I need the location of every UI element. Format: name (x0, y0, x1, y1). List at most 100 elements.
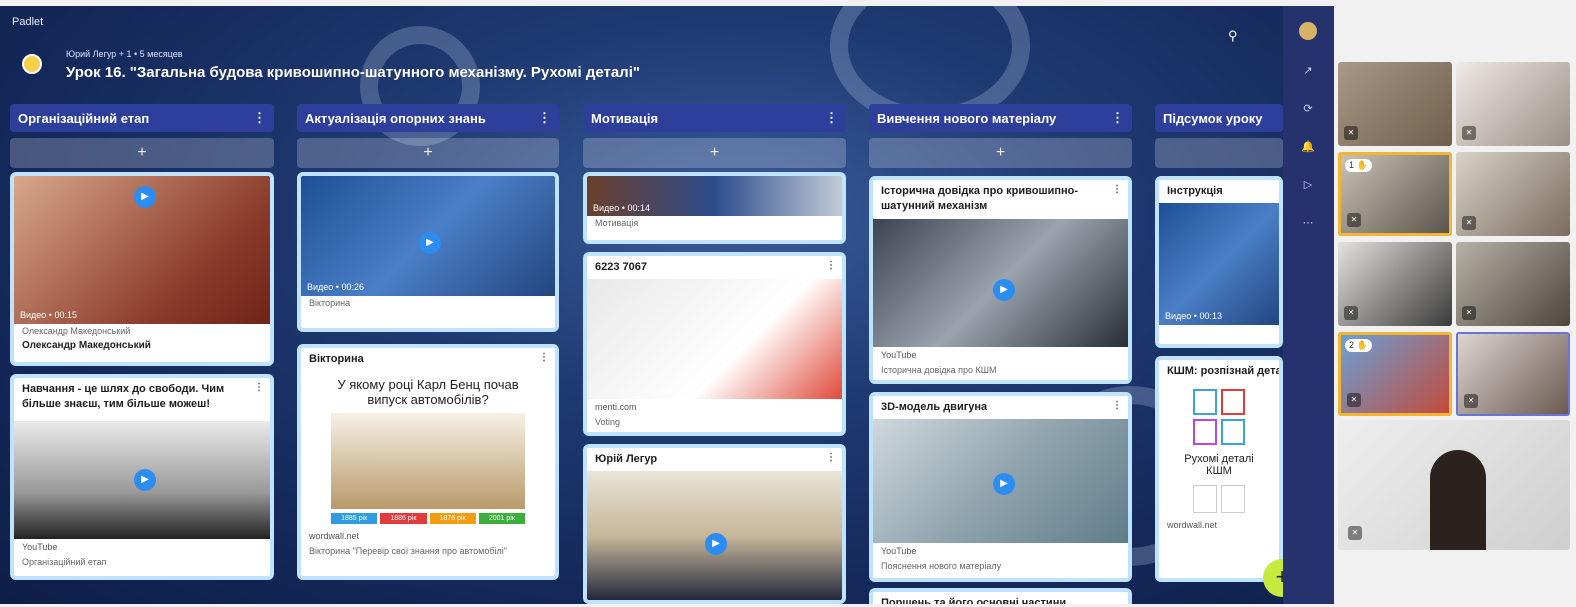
participant-tile[interactable]: ✕ (1456, 332, 1570, 416)
post-source[interactable]: YouTube (14, 539, 270, 555)
video-thumbnail[interactable]: ▶ Видео • 00:26 (301, 176, 555, 296)
screen: Padlet Юрий Легур + 1 • 5 месяцев Урок 1… (0, 0, 1576, 607)
play-icon[interactable]: ▶ (705, 533, 727, 556)
video-thumbnail[interactable]: ▶ (587, 471, 842, 600)
post-card[interactable]: Інструкція Видео • 00:13 (1155, 176, 1283, 348)
participant-tile[interactable]: ✕ (1456, 242, 1570, 326)
column-1: Організаційний етап ⋮ + (10, 104, 274, 168)
participant-tile[interactable]: ✕ (1456, 62, 1570, 146)
quiz-answer[interactable]: 2001 рік (478, 513, 525, 525)
play-icon[interactable]: ▶ (419, 232, 441, 254)
column-header: Організаційний етап ⋮ (10, 104, 274, 132)
video-thumbnail[interactable]: ▶ (873, 218, 1128, 347)
quiz-question: У якому році Карл Бенц почав випуск авто… (337, 377, 519, 408)
post-card[interactable]: Поршень та його основні частини (869, 588, 1132, 604)
participant-tile[interactable]: ✕ (1338, 242, 1452, 326)
participant-tile[interactable]: 1 ✋ ✕ (1338, 152, 1452, 236)
participant-tile[interactable]: ✕ (1338, 62, 1452, 146)
profile-avatar[interactable] (1299, 22, 1317, 40)
column-header: Актуалізація опорних знань ⋮ (297, 104, 559, 132)
add-post-button[interactable]: + (297, 138, 559, 168)
play-icon[interactable]: ▶ (134, 468, 156, 491)
quiz-answer[interactable]: 1886 рік (380, 513, 427, 525)
remake-icon[interactable]: ⟳ (1299, 100, 1317, 118)
post-title: КШМ: розпізнай дета (1167, 365, 1282, 377)
add-post-button[interactable] (1155, 138, 1283, 168)
post-caption: Вікторина "Перевір свої знання про автом… (309, 546, 507, 557)
post-caption: Організаційний етап (22, 556, 107, 567)
post-source[interactable]: menti.com (587, 399, 842, 415)
quiz-answer[interactable]: 1876 рік (429, 513, 476, 525)
share-icon[interactable]: ↗ (1299, 62, 1317, 80)
post-caption: Пояснення нового матеріалу (881, 561, 1002, 572)
post-source[interactable]: wordwall.net (301, 528, 555, 544)
more-icon[interactable]: ⋮ (1112, 184, 1122, 195)
post-card[interactable]: ▶ Видео • 00:15 Олександр Македонський О… (10, 172, 274, 366)
post-title: Навчання - це шлях до свободи. Чим більш… (22, 383, 225, 411)
play-icon[interactable]: ▶ (993, 473, 1015, 496)
participant-tile[interactable]: 2 ✋ ✕ (1338, 332, 1452, 416)
participant-tile-large[interactable]: ✕ (1338, 420, 1570, 550)
more-icon[interactable]: ⋮ (538, 110, 551, 126)
board-meta: Юрий Легур + 1 • 5 месяцев (66, 49, 183, 59)
play-icon[interactable]: ▶ (134, 186, 156, 208)
column-header: Підсумок уроку (1155, 104, 1283, 132)
padlet-board: Padlet Юрий Легур + 1 • 5 месяцев Урок 1… (0, 6, 1334, 604)
participant-tile[interactable]: ✕ (1456, 152, 1570, 236)
more-icon[interactable]: ⋮ (539, 352, 549, 363)
add-post-button[interactable]: + (10, 138, 274, 168)
post-card[interactable]: 3D-модель двигуна ⋮ ▶ YouTube Пояснення … (869, 392, 1132, 582)
more-icon[interactable]: ⋮ (825, 110, 838, 126)
post-card[interactable]: Навчання - це шлях до свободи. Чим більш… (10, 374, 274, 580)
quiz-answer[interactable]: 1885 рік (331, 513, 378, 525)
mic-off-icon: ✕ (1462, 126, 1476, 140)
column-title: Мотивація (591, 111, 659, 126)
more-icon[interactable]: ⋯ (1299, 214, 1317, 232)
drop-zone[interactable] (1221, 485, 1245, 514)
post-card[interactable]: Вікторина ⋮ У якому році Карл Бенц почав… (297, 344, 559, 580)
more-icon[interactable]: ⋮ (826, 452, 836, 463)
more-icon[interactable]: ⋮ (253, 110, 266, 126)
more-icon[interactable]: ⋮ (826, 260, 836, 271)
column-title: Актуалізація опорних знань (305, 111, 486, 126)
video-thumbnail[interactable]: Видео • 00:14 (587, 176, 842, 216)
video-thumbnail[interactable]: ▶ Видео • 00:15 (14, 176, 270, 324)
search-icon[interactable]: ⚲ (1228, 28, 1238, 44)
post-source[interactable]: YouTube (873, 543, 1128, 559)
add-post-button[interactable]: + (869, 138, 1132, 168)
video-thumbnail[interactable]: ▶ (873, 419, 1128, 544)
column-title: Організаційний етап (18, 111, 150, 126)
mic-off-icon: ✕ (1347, 393, 1361, 407)
post-card[interactable]: 6223 7067 ⋮ menti.com Voting (583, 252, 846, 436)
video-thumbnail[interactable]: ▶ (14, 420, 270, 539)
slideshow-icon[interactable]: ▷ (1299, 176, 1317, 194)
play-icon[interactable]: ▶ (993, 278, 1015, 301)
more-icon[interactable]: ⋮ (1112, 400, 1122, 411)
app-name: Padlet (12, 16, 44, 28)
notifications-icon[interactable]: 🔔 (1299, 138, 1317, 156)
more-icon[interactable]: ⋮ (1111, 110, 1124, 126)
right-toolbar: ↗ ⟳ 🔔 ▷ ⋯ (1283, 6, 1334, 604)
post-title: Історична довідка про кривошипно-шатунни… (881, 185, 1079, 213)
car-image (331, 413, 525, 510)
more-icon[interactable]: ⋮ (254, 382, 264, 393)
post-source[interactable]: YouTube (873, 347, 1128, 363)
column-header: Мотивація ⋮ (583, 104, 846, 132)
post-card[interactable]: КШМ: розпізнай дета Рухомі деталі КШМ wo… (1155, 356, 1283, 582)
drop-zone[interactable] (1193, 485, 1217, 514)
post-source[interactable]: wordwall.net (1159, 517, 1279, 533)
post-card[interactable]: Юрій Легур ⋮ ▶ (583, 444, 846, 604)
video-thumbnail[interactable]: Видео • 00:13 (1159, 203, 1279, 326)
post-title: Поршень та його основні частини (881, 597, 1067, 604)
game-subtitle: Рухомі деталі КШМ (1184, 453, 1254, 478)
mic-off-icon: ✕ (1348, 526, 1362, 540)
participant-silhouette (1430, 450, 1486, 550)
add-post-button[interactable]: + (583, 138, 846, 168)
post-card[interactable]: Видео • 00:14 Мотивація (583, 172, 846, 244)
column-title: Вивчення нового матеріалу (877, 111, 1057, 126)
raised-hand-badge: 1 ✋ (1345, 159, 1372, 172)
post-card[interactable]: ▶ Видео • 00:26 Вікторина (297, 172, 559, 332)
post-card[interactable]: Історична довідка про кривошипно-шатунни… (869, 176, 1132, 384)
post-caption: Історична довідка про КШМ (881, 364, 997, 375)
column-4: Вивчення нового матеріалу ⋮ + (869, 104, 1132, 168)
